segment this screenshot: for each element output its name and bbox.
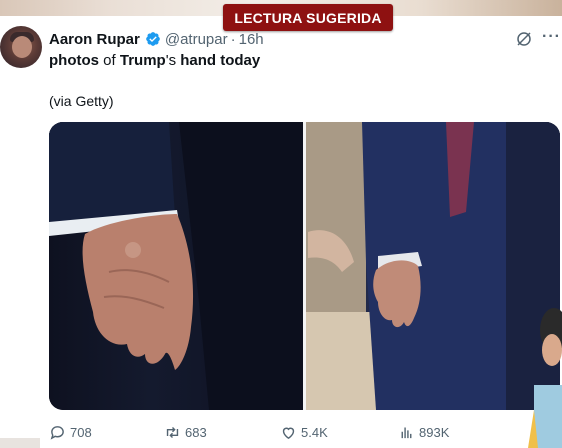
tweet-text-part-5: hand today bbox=[180, 52, 261, 69]
tweet-time[interactable]: 16h bbox=[239, 31, 264, 48]
reply-count: 708 bbox=[70, 424, 92, 440]
repost-action[interactable]: 683 bbox=[164, 422, 207, 442]
like-count: 5.4K bbox=[301, 424, 328, 440]
view-count: 893K bbox=[419, 424, 450, 440]
heart-icon bbox=[282, 427, 295, 439]
photo-left[interactable] bbox=[49, 122, 303, 410]
reply-action[interactable]: 708 bbox=[49, 422, 92, 442]
hand-photo-right-illustration bbox=[306, 122, 560, 410]
tweet-text-part-2: of bbox=[99, 52, 120, 69]
tweet-text-part-4: 's bbox=[165, 52, 181, 69]
lectura-sugerida-banner: LECTURA SUGERIDA bbox=[223, 4, 393, 31]
hand-photo-left-illustration bbox=[49, 122, 303, 410]
tweet-actions: 708 683 5.4K 893K bbox=[49, 422, 529, 442]
tweet-header: Aaron Rupar @atrupar · 16h bbox=[49, 29, 264, 49]
via-credit: (via Getty) bbox=[49, 93, 114, 109]
views-action[interactable]: 893K bbox=[398, 422, 449, 442]
like-action[interactable]: 5.4K bbox=[280, 422, 328, 442]
tweet-text: photos of Trump's hand today bbox=[49, 52, 260, 69]
reply-icon bbox=[50, 425, 64, 440]
tweet-text-part-1: photos bbox=[49, 52, 99, 69]
photo-right[interactable] bbox=[306, 122, 560, 410]
more-options-icon[interactable]: ··· bbox=[542, 29, 562, 48]
separator-dot: · bbox=[230, 30, 236, 48]
grok-icon[interactable] bbox=[515, 30, 533, 48]
background-corner-bottom-left bbox=[0, 438, 40, 448]
verified-badge-icon bbox=[146, 32, 160, 46]
tweet-text-part-3: Trump bbox=[119, 52, 166, 69]
author-avatar[interactable] bbox=[0, 26, 42, 68]
avatar-face bbox=[12, 36, 32, 58]
repost-icon bbox=[166, 426, 179, 438]
overlay-person-figure bbox=[528, 308, 562, 448]
repost-count: 683 bbox=[185, 424, 207, 440]
author-handle[interactable]: @atrupar bbox=[165, 31, 228, 48]
tweet-media[interactable] bbox=[49, 122, 560, 410]
author-name[interactable]: Aaron Rupar bbox=[49, 31, 140, 48]
views-icon bbox=[401, 427, 412, 438]
